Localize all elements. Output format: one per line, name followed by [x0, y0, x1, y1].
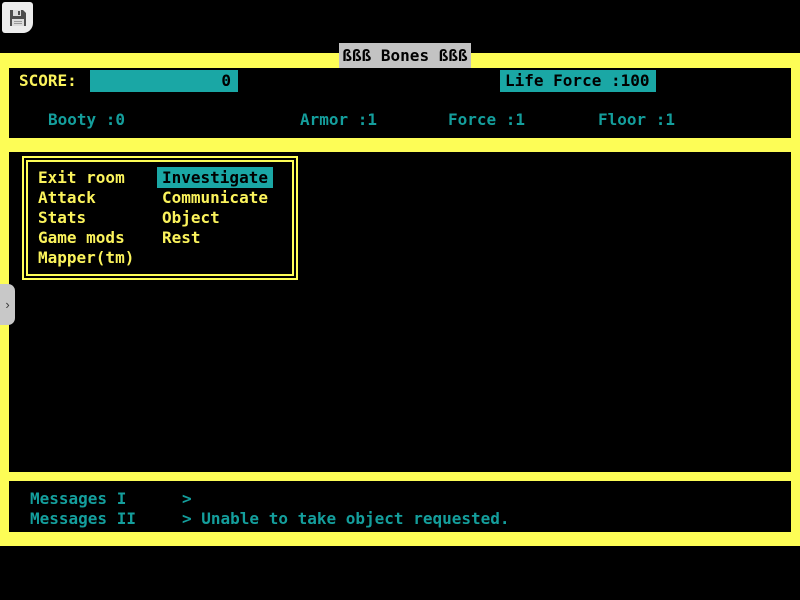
- messages-1-content: >: [182, 489, 192, 508]
- life-force-bar: Life Force :100: [500, 70, 656, 92]
- hud-panel: SCORE: 0 Life Force :100 Booty :0 Armor …: [9, 68, 791, 138]
- messages-row-1: Messages I>: [30, 490, 192, 508]
- game-screen: ßßß Bones ßßß SCORE: 0 Life Force :100 B…: [0, 0, 800, 600]
- menu-item-exit-room[interactable]: Exit room: [38, 168, 162, 188]
- menu-column-2: Investigate Communicate Object Rest: [162, 168, 273, 268]
- menu-item-stats[interactable]: Stats: [38, 208, 162, 228]
- menu-column-1: Exit room Attack Stats Game mods Mapper(…: [38, 168, 162, 268]
- menu-item-rest[interactable]: Rest: [162, 228, 273, 248]
- menu-item-communicate[interactable]: Communicate: [162, 188, 273, 208]
- action-menu-inner: Exit room Attack Stats Game mods Mapper(…: [26, 160, 294, 276]
- yellow-frame: SCORE: 0 Life Force :100 Booty :0 Armor …: [0, 53, 800, 546]
- action-menu: Exit room Attack Stats Game mods Mapper(…: [22, 156, 298, 280]
- stat-force: Force :1: [448, 110, 525, 129]
- score-value: 0: [221, 71, 231, 90]
- chevron-right-icon: ›: [5, 297, 9, 312]
- menu-item-mapper[interactable]: Mapper(tm): [38, 248, 162, 268]
- messages-row-2: Messages II> Unable to take object reque…: [30, 510, 510, 528]
- save-icon: [8, 8, 28, 28]
- messages-2-label: Messages II: [30, 510, 182, 528]
- menu-item-game-mods[interactable]: Game mods: [38, 228, 162, 248]
- stat-armor: Armor :1: [300, 110, 377, 129]
- life-force-label: Life Force :100: [505, 71, 650, 90]
- score-bar: 0: [90, 70, 238, 92]
- menu-item-object[interactable]: Object: [162, 208, 273, 228]
- messages-panel: Messages I> Messages II> Unable to take …: [9, 481, 791, 532]
- score-label: SCORE:: [19, 71, 77, 90]
- messages-2-content: > Unable to take object requested.: [182, 509, 510, 528]
- drawer-handle[interactable]: ›: [0, 284, 15, 325]
- stat-floor: Floor :1: [598, 110, 675, 129]
- stat-booty: Booty :0: [48, 110, 125, 129]
- menu-item-attack[interactable]: Attack: [38, 188, 162, 208]
- menu-item-investigate[interactable]: Investigate: [162, 168, 273, 188]
- window-title: ßßß Bones ßßß: [339, 43, 471, 68]
- save-button[interactable]: [2, 2, 33, 33]
- messages-1-label: Messages I: [30, 490, 182, 508]
- room-view-panel: Exit room Attack Stats Game mods Mapper(…: [9, 152, 791, 472]
